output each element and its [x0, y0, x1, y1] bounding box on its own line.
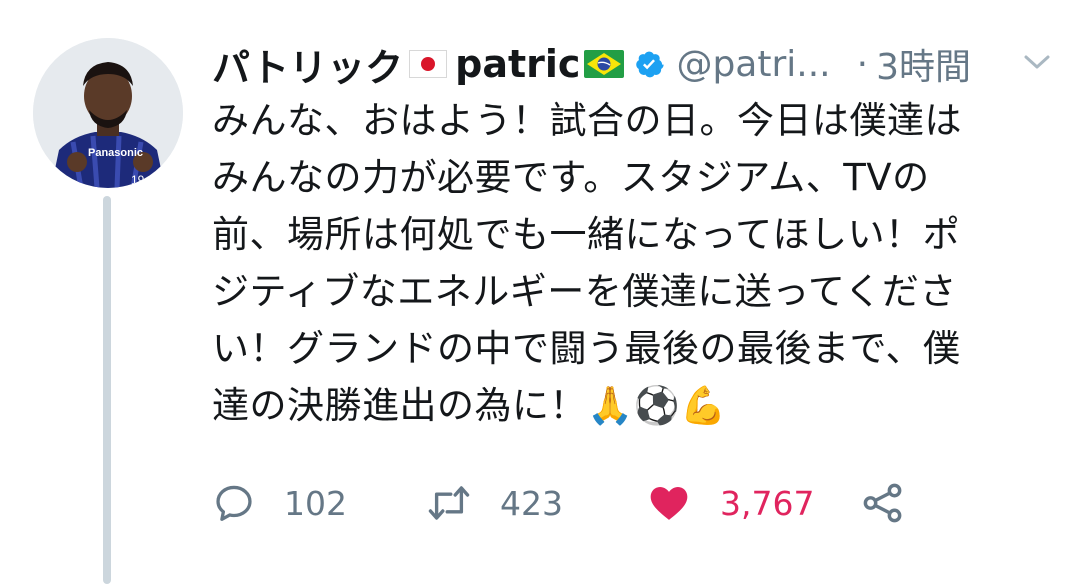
retweet-button[interactable]: 423	[426, 478, 563, 528]
avatar-number: 19	[131, 173, 145, 187]
display-name-suffix[interactable]: patric	[455, 42, 580, 86]
avatar[interactable]: Panasonic 19	[33, 38, 183, 188]
separator-dot: ·	[856, 43, 869, 85]
tweet-text-line: みんなの力が必要です。スタジアム、TVの	[212, 156, 930, 199]
reply-icon	[216, 485, 252, 521]
tweet-text-line: 前、場所は何処でも一緒になってほしい！ポ	[212, 213, 961, 256]
retweet-icon	[428, 486, 470, 520]
like-button[interactable]: 3,767	[646, 478, 814, 528]
chevron-down-icon[interactable]	[1022, 52, 1052, 72]
heart-icon	[650, 487, 688, 520]
avatar-jersey-text: Panasonic	[88, 147, 143, 159]
thread-line	[103, 196, 111, 584]
tweet-text-line: ジティブなエネルギーを僕達に送ってくださ	[212, 270, 957, 313]
display-name[interactable]: パトリック	[212, 37, 403, 92]
tweet-header: パトリック patric @patri... · 3時間	[212, 36, 1052, 92]
share-button[interactable]	[860, 478, 906, 528]
reply-count: 102	[284, 483, 347, 523]
tweet-text: みんな、おはよう！試合の日。今日は僕達は みんなの力が必要です。スタジアム、TV…	[212, 92, 1042, 434]
tweet-text-line: みんな、おはよう！試合の日。今日は僕達は	[212, 99, 962, 142]
timestamp[interactable]: 3時間	[876, 38, 971, 90]
tweet-text-line: 達の決勝進出の為に！🙏⚽💪	[212, 384, 727, 427]
japan-flag-icon	[409, 50, 448, 78]
retweet-count: 423	[500, 483, 563, 523]
verified-badge-icon	[636, 51, 665, 78]
like-count: 3,767	[720, 483, 815, 523]
brazil-flag-icon	[584, 50, 625, 78]
avatar-image: Panasonic 19	[33, 38, 183, 188]
reply-button[interactable]: 102	[212, 478, 347, 528]
action-bar: 102 423 3,767	[212, 478, 932, 528]
share-icon	[863, 483, 902, 523]
tweet-text-line: い！グランドの中で闘う最後の最後まで、僕	[212, 327, 961, 370]
user-handle[interactable]: @patri...	[676, 44, 830, 85]
